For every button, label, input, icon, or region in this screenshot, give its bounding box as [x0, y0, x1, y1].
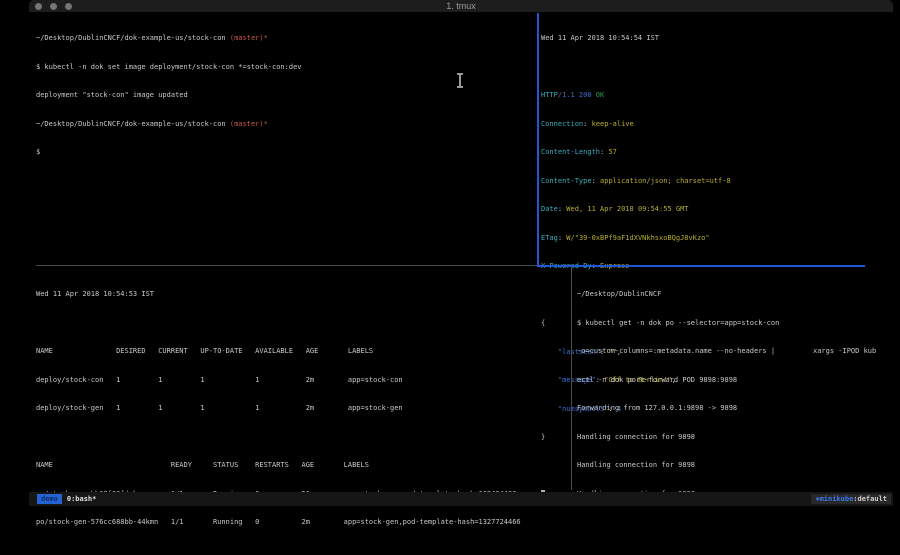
header-value: application/json; charset=utf-8 — [600, 177, 731, 185]
pane-top-left[interactable]: ~/Desktop/DublinCNCF/dok-example-us/stoc… — [36, 15, 536, 265]
http-version-code: 1.1 200 — [562, 91, 592, 99]
http-header: Connection: keep-alive — [541, 120, 886, 130]
prompt-line: ~/Desktop/DublinCNCF/dok-example-us/stoc… — [36, 34, 536, 44]
prompt-path: ~/Desktop/DublinCNCF — [577, 290, 887, 300]
timestamp: Wed 11 Apr 2018 10:54:54 IST — [541, 34, 886, 44]
close-button[interactable] — [35, 3, 42, 10]
http-header: Date: Wed, 11 Apr 2018 09:54:55 GMT — [541, 205, 886, 215]
pane-divider-vertical-top[interactable] — [537, 13, 539, 265]
pane-bottom-left[interactable]: Wed 11 Apr 2018 10:54:53 IST NAME DESIRE… — [36, 271, 566, 489]
header-sep: : — [592, 177, 600, 185]
header-name: Content-Length — [541, 148, 600, 156]
pane-divider-horizontal-right[interactable] — [537, 265, 865, 267]
prompt-path: ~/Desktop/DublinCNCF/dok-example-us/stoc… — [36, 34, 226, 42]
window-title: 1. tmux — [29, 1, 893, 11]
terminal-window: 1. tmux ~/Desktop/DublinCNCF/dok-example… — [29, 0, 893, 506]
command-line-wrap: -o=custom-columns=:metadata.name --no-he… — [577, 347, 887, 357]
header-name: Connection — [541, 120, 583, 128]
http-proto: HTTP — [541, 91, 558, 99]
pane-top-right[interactable]: Wed 11 Apr 2018 10:54:54 IST HTTP/1.1 20… — [541, 15, 886, 265]
table-row: deploy/stock-con 1 1 1 1 2m app=stock-co… — [36, 376, 566, 386]
git-dirty-flag: * — [264, 34, 268, 42]
command-line-wrap: ectl -n dok port-forward POD 9898:9898 — [577, 376, 887, 386]
blank-line — [36, 547, 566, 555]
command-output: Handling connection for 9898 — [577, 433, 887, 443]
command-line: $ kubectl get -n dok po --selector=app=s… — [577, 319, 887, 329]
http-status-line: HTTP/1.1 200 OK — [541, 91, 886, 101]
blank-line — [36, 319, 566, 329]
table-row: po/stock-gen-576cc688bb-44kmn 1/1 Runnin… — [36, 518, 566, 528]
command-output: Forwarding from 127.0.0.1:9898 -> 9898 — [577, 404, 887, 414]
git-dirty-flag: * — [264, 120, 268, 128]
header-name: Content-Type — [541, 177, 592, 185]
git-branch: (master) — [226, 34, 264, 42]
title-bar[interactable]: 1. tmux — [29, 0, 893, 13]
http-header: Content-Type: application/json; charset=… — [541, 177, 886, 187]
header-value: Wed, 11 Apr 2018 09:54:55 GMT — [566, 205, 688, 213]
tmux-status-bar: demo 0:bash* ⎈minikube:default — [29, 492, 893, 506]
blank-line — [541, 63, 886, 73]
zoom-button[interactable] — [65, 3, 72, 10]
header-value: W/"39-0xBPf9aF1dXVNkhsxoBQgJ8vKzo" — [566, 234, 709, 242]
traffic-lights — [29, 3, 72, 10]
deployments-header: NAME DESIRED CURRENT UP-TO-DATE AVAILABL… — [36, 347, 566, 357]
http-reason: OK — [592, 91, 605, 99]
command-output: deployment "stock-con" image updated — [36, 91, 536, 101]
command-line: $ kubectl -n dok set image deployment/st… — [36, 63, 536, 73]
header-sep: : — [583, 120, 591, 128]
timestamp: Wed 11 Apr 2018 10:54:53 IST — [36, 290, 566, 300]
table-row: deploy/stock-gen 1 1 1 1 2m app=stock-ge… — [36, 404, 566, 414]
command-output: Handling connection for 9898 — [577, 461, 887, 471]
minimize-button[interactable] — [50, 3, 57, 10]
kube-context-name: minikube — [820, 495, 854, 503]
session-name-badge[interactable]: demo — [37, 494, 62, 504]
header-name: Date — [541, 205, 558, 213]
prompt-line: ~/Desktop/DublinCNCF/dok-example-us/stoc… — [36, 120, 536, 130]
window-tab-bash[interactable]: 0:bash* — [67, 495, 97, 503]
mouse-ibeam-cursor — [459, 74, 461, 87]
prompt-path: ~/Desktop/DublinCNCF/dok-example-us/stoc… — [36, 120, 226, 128]
pane-divider-vertical-bottom[interactable] — [571, 266, 572, 490]
http-header: Content-Length: 57 — [541, 148, 886, 158]
http-header: ETag: W/"39-0xBPf9aF1dXVNkhsxoBQgJ8vKzo" — [541, 234, 886, 244]
prompt-char: $ — [36, 148, 536, 158]
pods-header: NAME READY STATUS RESTARTS AGE LABELS — [36, 461, 566, 471]
kube-context-segment: ⎈minikube:default — [811, 494, 891, 504]
kube-namespace: :default — [853, 495, 887, 503]
git-branch: (master) — [226, 120, 264, 128]
pane-divider-horizontal-left[interactable] — [36, 265, 537, 266]
pane-bottom-right[interactable]: ~/Desktop/DublinCNCF $ kubectl get -n do… — [577, 271, 887, 489]
header-value: 57 — [608, 148, 616, 156]
header-value: keep-alive — [592, 120, 634, 128]
header-name: ETag — [541, 234, 558, 242]
blank-line — [36, 433, 566, 443]
